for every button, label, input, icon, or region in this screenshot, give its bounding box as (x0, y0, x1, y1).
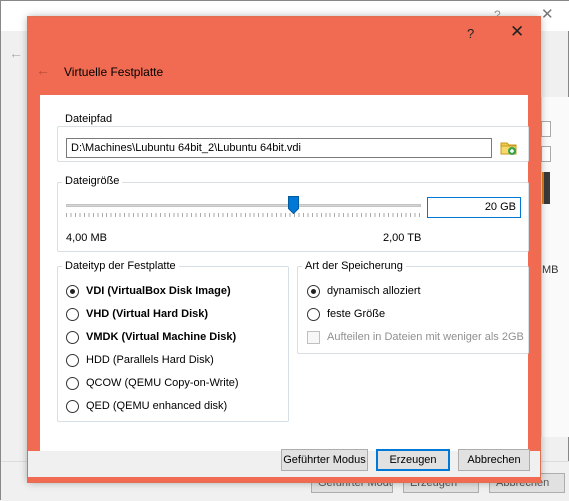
disk-type-option-qcow[interactable]: QCOW (QEMU Copy-on-Write) (66, 375, 239, 391)
storage-option-dynamic[interactable]: dynamisch alloziert (307, 283, 421, 299)
dialog-close-button[interactable]: ✕ (510, 22, 524, 42)
cancel-button[interactable]: Abbrechen (458, 449, 530, 471)
radio-button[interactable] (66, 330, 79, 344)
dialog-accent-right (528, 95, 540, 451)
size-min-label: 4,00 MB (66, 232, 107, 244)
disk-type-group-label: Dateityp der Festplatte (62, 260, 179, 272)
radio-button[interactable] (66, 376, 79, 390)
dialog-title: Virtuelle Festplatte (64, 65, 164, 79)
disk-type-option-label: QCOW (QEMU Copy-on-Write) (86, 377, 239, 389)
file-size-group-label: Dateigröße (62, 175, 123, 187)
background-size-unit: MB (542, 264, 559, 276)
size-max-label: 2,00 TB (383, 232, 422, 244)
radio-button[interactable] (66, 284, 79, 298)
disk-type-option-label: VHD (Virtual Hard Disk) (86, 308, 209, 320)
storage-group-label: Art der Speicherung (302, 260, 406, 272)
background-dropdown (541, 146, 551, 162)
background-close-button[interactable]: ✕ (541, 5, 554, 23)
disk-type-option-vmdk[interactable]: VMDK (Virtual Machine Disk) (66, 329, 236, 345)
radio-button[interactable] (307, 307, 320, 321)
background-image-fragment (542, 172, 550, 204)
split-files-option[interactable]: Aufteilen in Dateien mit weniger als 2GB (307, 329, 524, 345)
size-slider-ticks (66, 213, 421, 217)
disk-type-option-vhd[interactable]: VHD (Virtual Hard Disk) (66, 306, 208, 322)
disk-type-option-vdi[interactable]: VDI (VirtualBox Disk Image) (66, 283, 231, 299)
dialog-help-button[interactable]: ? (467, 26, 474, 41)
background-field (541, 121, 551, 137)
storage-option-label: feste Größe (327, 308, 386, 320)
disk-type-option-label: QED (QEMU enhanced disk) (86, 400, 228, 412)
storage-option-fixed[interactable]: feste Größe (307, 306, 385, 322)
back-arrow-icon[interactable]: ← (36, 62, 50, 78)
disk-type-option-hdd[interactable]: HDD (Parallels Hard Disk) (66, 352, 214, 368)
dialog-accent-bottom (28, 477, 540, 482)
size-input[interactable]: 20 GB (427, 197, 521, 218)
radio-button[interactable] (66, 307, 79, 321)
disk-type-option-label: HDD (Parallels Hard Disk) (86, 354, 214, 366)
guided-mode-button[interactable]: Geführter Modus (281, 449, 368, 471)
radio-button[interactable] (66, 353, 79, 367)
background-back-arrow-icon[interactable]: ← (9, 45, 23, 61)
disk-type-option-label: VDI (VirtualBox Disk Image) (86, 285, 231, 297)
storage-option-label: dynamisch alloziert (327, 285, 421, 297)
disk-type-option-qed[interactable]: QED (QEMU enhanced disk) (66, 398, 227, 414)
create-button[interactable]: Erzeugen (376, 449, 450, 471)
dialog-titlebar: ? ✕ ← Virtuelle Festplatte (28, 17, 540, 95)
disk-type-option-label: VMDK (Virtual Machine Disk) (86, 331, 237, 343)
radio-button[interactable] (66, 399, 79, 413)
size-slider-track[interactable] (66, 204, 421, 207)
file-path-input[interactable]: D:\Machines\Lubuntu 64bit_2\Lubuntu 64bi… (66, 138, 492, 158)
split-files-label: Aufteilen in Dateien mit weniger als 2GB (327, 331, 524, 343)
dialog-accent-left (28, 95, 40, 451)
split-files-checkbox[interactable] (307, 330, 320, 344)
folder-icon[interactable] (499, 138, 519, 158)
file-path-group-label: Dateipfad (62, 113, 116, 125)
size-slider-handle[interactable] (287, 196, 299, 214)
radio-button[interactable] (307, 284, 320, 298)
